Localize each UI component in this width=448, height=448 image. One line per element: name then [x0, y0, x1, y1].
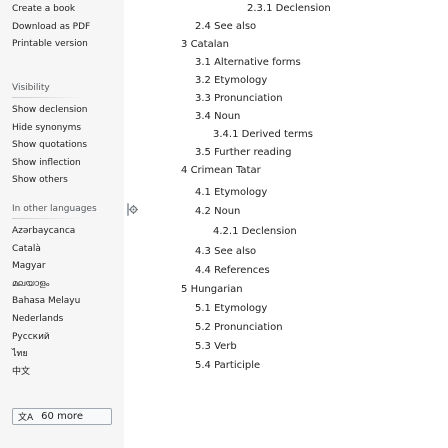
- translate-icon: 文A: [18, 413, 34, 423]
- more-languages-button[interactable]: 文A 60 more: [12, 408, 112, 425]
- create-book-link[interactable]: Create a book: [12, 1, 124, 19]
- toc-item[interactable]: 3.5 Further reading: [195, 146, 291, 160]
- toc-text: Declension: [275, 3, 331, 14]
- toc-item[interactable]: 3.2 Etymology: [195, 74, 267, 88]
- toc-text: Catalan: [190, 39, 229, 50]
- toc-text: Hungarian: [190, 284, 243, 295]
- visibility-heading: Visibility: [12, 83, 50, 93]
- toc-item[interactable]: 2.4 See also: [195, 20, 256, 34]
- languages-portlet: In other languages Azərbaycanca Català M…: [12, 202, 138, 382]
- toc-text: Derived terms: [241, 129, 313, 140]
- toc-item[interactable]: 3.1 Alternative forms: [195, 56, 301, 70]
- toc-number: 2.4: [195, 21, 211, 32]
- hide-synonyms-link[interactable]: Hide synonyms: [12, 120, 124, 138]
- lang-link-hungarian[interactable]: Magyar: [12, 258, 124, 276]
- toc-text: Noun: [214, 111, 241, 122]
- toc-number: 4.1: [195, 187, 211, 198]
- toc-text: Pronunciation: [214, 322, 283, 333]
- show-inflection-link[interactable]: Show inflection: [12, 155, 124, 173]
- lang-link-azerbaijani[interactable]: Azərbaycanca: [12, 223, 124, 241]
- toc-text: Alternative forms: [214, 57, 301, 68]
- toc-text: Participle: [214, 360, 261, 371]
- lang-link-catalan[interactable]: Català: [12, 241, 124, 259]
- show-declension-link[interactable]: Show declension: [12, 102, 124, 120]
- toc-number: 3.4: [195, 111, 211, 122]
- toc-number: 3.5: [195, 147, 211, 158]
- toc-item[interactable]: 5.2 Pronunciation: [195, 321, 283, 335]
- toc-text: References: [214, 265, 270, 276]
- lang-link-chinese[interactable]: 中文: [12, 364, 124, 382]
- lang-link-dutch[interactable]: Nederlands: [12, 311, 124, 329]
- more-languages-label: 60 more: [41, 411, 83, 422]
- toc-item[interactable]: 5.3 Verb: [195, 340, 237, 354]
- lang-link-thai[interactable]: ไทย: [12, 346, 124, 364]
- toc-item[interactable]: 5.1 Etymology: [195, 302, 267, 316]
- toc-text: Noun: [214, 206, 241, 217]
- toc-number: 4: [181, 165, 188, 176]
- toc-text: Etymology: [214, 75, 268, 86]
- toc-text: Etymology: [214, 303, 268, 314]
- toc-text: Further reading: [214, 147, 292, 158]
- table-of-contents: 2.3.1 Declension 2.4 See also 3 Catalan …: [181, 0, 448, 448]
- languages-header: In other languages: [12, 202, 138, 216]
- toc-item[interactable]: 5.4 Participle: [195, 359, 260, 373]
- toc-number: 5.3: [195, 341, 211, 352]
- toc-item[interactable]: 3.3 Pronunciation: [195, 92, 283, 106]
- toc-text: Pronunciation: [214, 93, 283, 104]
- toc-number: 4.2.1: [213, 226, 239, 237]
- toc-number: 5.4: [195, 360, 211, 371]
- toc-text: Verb: [214, 341, 237, 352]
- language-settings-gear-icon[interactable]: [126, 202, 138, 216]
- toc-item[interactable]: 4.2.1 Declension: [213, 225, 297, 239]
- languages-heading: In other languages: [12, 204, 97, 214]
- languages-divider: [12, 218, 84, 219]
- toc-number: 3.2: [195, 75, 211, 86]
- toc-item[interactable]: 4.3 See also: [195, 245, 256, 259]
- toc-text: Crimean Tatar: [190, 165, 261, 176]
- sidebar: Create a book Download as PDF Printable …: [0, 0, 138, 448]
- toc-number: 3.4.1: [213, 129, 239, 140]
- show-quotations-link[interactable]: Show quotations: [12, 137, 124, 155]
- toc-item[interactable]: 4.4 References: [195, 264, 270, 278]
- toc-item[interactable]: 2.3.1 Declension: [247, 2, 331, 16]
- toc-item[interactable]: 3 Catalan: [181, 38, 229, 52]
- visibility-portlet: Visibility Show declension Hide synonyms…: [12, 81, 124, 190]
- toc-number: 5.1: [195, 303, 211, 314]
- toc-number: 3.3: [195, 93, 211, 104]
- print-export-portlet: Create a book Download as PDF Printable …: [12, 1, 124, 54]
- visibility-divider: [12, 97, 84, 98]
- toc-number: 4.2: [195, 206, 211, 217]
- toc-item[interactable]: 4.2 Noun: [195, 205, 240, 219]
- toc-text: See also: [214, 246, 257, 257]
- toc-item[interactable]: 4.1 Etymology: [195, 186, 267, 200]
- toc-number: 4.3: [195, 246, 211, 257]
- toc-number: 3.1: [195, 57, 211, 68]
- toc-text: Etymology: [214, 187, 268, 198]
- lang-link-russian[interactable]: Русский: [12, 329, 124, 347]
- toc-number: 3: [181, 39, 188, 50]
- download-pdf-link[interactable]: Download as PDF: [12, 19, 124, 37]
- printable-version-link[interactable]: Printable version: [12, 36, 124, 54]
- lang-link-malay[interactable]: Bahasa Melayu: [12, 293, 124, 311]
- toc-text: See also: [214, 21, 257, 32]
- toc-number: 4.4: [195, 265, 211, 276]
- toc-number: 2.3.1: [247, 3, 273, 14]
- toc-item[interactable]: 4 Crimean Tatar: [181, 164, 261, 178]
- show-others-link[interactable]: Show others: [12, 172, 124, 190]
- toc-item[interactable]: 5 Hungarian: [181, 283, 243, 297]
- lang-link-malayalam[interactable]: മലയാളം: [12, 276, 124, 294]
- toc-item[interactable]: 3.4 Noun: [195, 110, 240, 124]
- toc-text: Declension: [241, 226, 297, 237]
- toc-item[interactable]: 3.4.1 Derived terms: [213, 128, 313, 142]
- toc-number: 5.2: [195, 322, 211, 333]
- toc-number: 5: [181, 284, 188, 295]
